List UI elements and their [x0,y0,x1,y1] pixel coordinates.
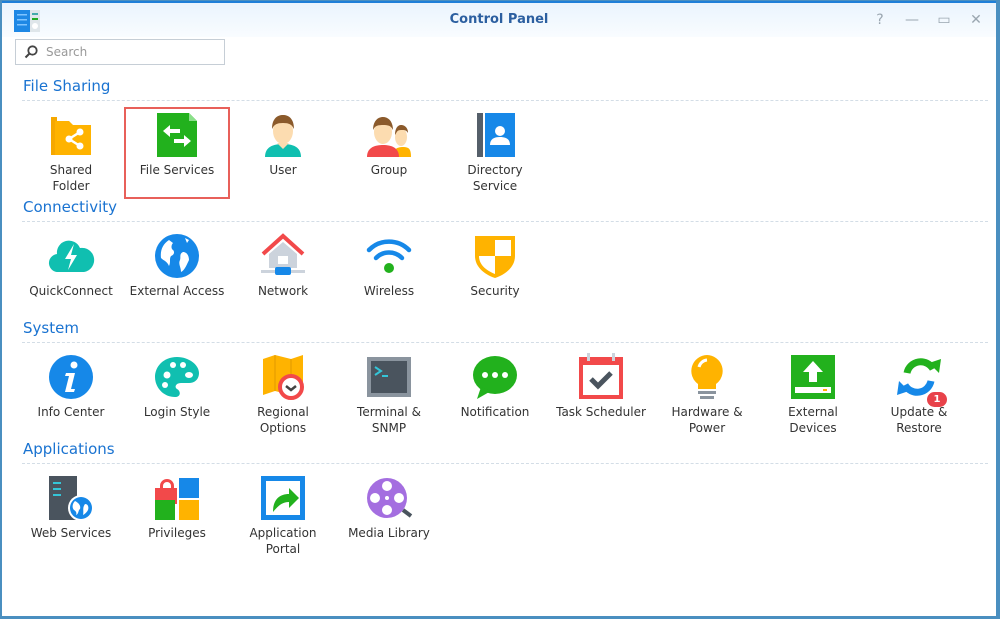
window-title: Control Panel [449,12,549,27]
quickconnect-icon [47,232,95,280]
item-label: Privileges [148,526,206,540]
section-title: Applications [23,440,115,458]
task-scheduler-icon [577,353,625,401]
update-restore-icon: 1 [895,353,947,407]
privileges-icon [153,474,201,522]
login-style-icon [153,353,201,401]
item-label: Web Services [30,526,112,540]
item-hardware-power[interactable]: Hardware & Power [654,349,760,441]
network-icon [259,232,307,280]
item-label: Directory Service [467,163,523,193]
item-task-scheduler[interactable]: Task Scheduler [548,349,654,441]
item-label: User [269,163,297,177]
section-title: File Sharing [23,77,111,95]
external-access-icon [153,232,201,280]
item-label: QuickConnect [29,284,113,298]
section-divider [22,100,988,101]
item-label: Login Style [143,405,211,419]
item-label: Network [257,284,309,298]
item-network[interactable]: Network [230,228,336,320]
section-divider [22,342,988,343]
wireless-icon [365,232,413,280]
item-label: Regional Options [257,405,309,435]
item-label: External Access [129,284,225,298]
security-icon [471,232,519,280]
search-box[interactable] [15,39,225,65]
item-label: Update & Restore [890,405,948,435]
user-icon [259,111,307,159]
regional-options-icon [259,353,307,401]
search-icon [24,45,38,59]
item-label: Group [370,163,408,177]
help-button[interactable]: ? [870,11,890,29]
item-external-access[interactable]: External Access [124,228,230,320]
item-label: Security [470,284,520,298]
item-group[interactable]: Group [336,107,442,199]
maximize-button[interactable]: ▭ [934,11,954,29]
directory-service-icon [471,111,519,159]
item-label: Shared Folder [49,163,93,193]
item-info-center[interactable]: Info Center [18,349,124,441]
item-shared-folder[interactable]: Shared Folder [18,107,124,199]
title-bar: Control Panel ? — ▭ ✕ [2,3,996,37]
item-web-services[interactable]: Web Services [18,470,124,562]
item-login-style[interactable]: Login Style [124,349,230,441]
item-label: Info Center [37,405,105,419]
item-label: Hardware & Power [671,405,743,435]
external-devices-icon [789,353,837,401]
item-label: External Devices [788,405,838,435]
item-terminal-snmp[interactable]: Terminal & SNMP [336,349,442,441]
item-label: Media Library [348,526,430,540]
terminal-icon [365,353,413,401]
group-icon [365,111,413,159]
search-input[interactable] [44,44,218,60]
notification-badge: 1 [927,392,947,407]
item-file-services[interactable]: File Services [124,107,230,199]
item-security[interactable]: Security [442,228,548,320]
item-directory-service[interactable]: Directory Service [442,107,548,199]
item-application-portal[interactable]: Application Portal [230,470,336,562]
control-panel-window: Control Panel ? — ▭ ✕ File Sharing Shared… [2,1,996,616]
minimize-button[interactable]: — [902,11,922,29]
notification-icon [471,353,519,401]
section-divider [22,463,988,464]
item-label: Terminal & SNMP [357,405,421,435]
close-button[interactable]: ✕ [966,11,986,29]
section-divider [22,221,988,222]
item-regional-options[interactable]: Regional Options [230,349,336,441]
section-title: Connectivity [23,198,117,216]
item-label: Notification [460,405,530,419]
item-user[interactable]: User [230,107,336,199]
info-center-icon [47,353,95,401]
web-services-icon [47,474,95,522]
item-external-devices[interactable]: External Devices [760,349,866,441]
hardware-power-icon [683,353,731,401]
item-notification[interactable]: Notification [442,349,548,441]
item-media-library[interactable]: Media Library [336,470,442,562]
shared-folder-icon [47,111,95,159]
media-library-icon [365,474,413,522]
item-label: Application Portal [249,526,317,556]
item-update-restore[interactable]: 1 Update & Restore [866,349,972,441]
file-services-icon [153,111,201,159]
item-label: Task Scheduler [556,405,646,419]
item-quickconnect[interactable]: QuickConnect [18,228,124,320]
item-label: File Services [139,163,215,177]
item-label: Wireless [363,284,415,298]
item-wireless[interactable]: Wireless [336,228,442,320]
section-title: System [23,319,79,337]
item-privileges[interactable]: Privileges [124,470,230,562]
application-portal-icon [259,474,307,522]
